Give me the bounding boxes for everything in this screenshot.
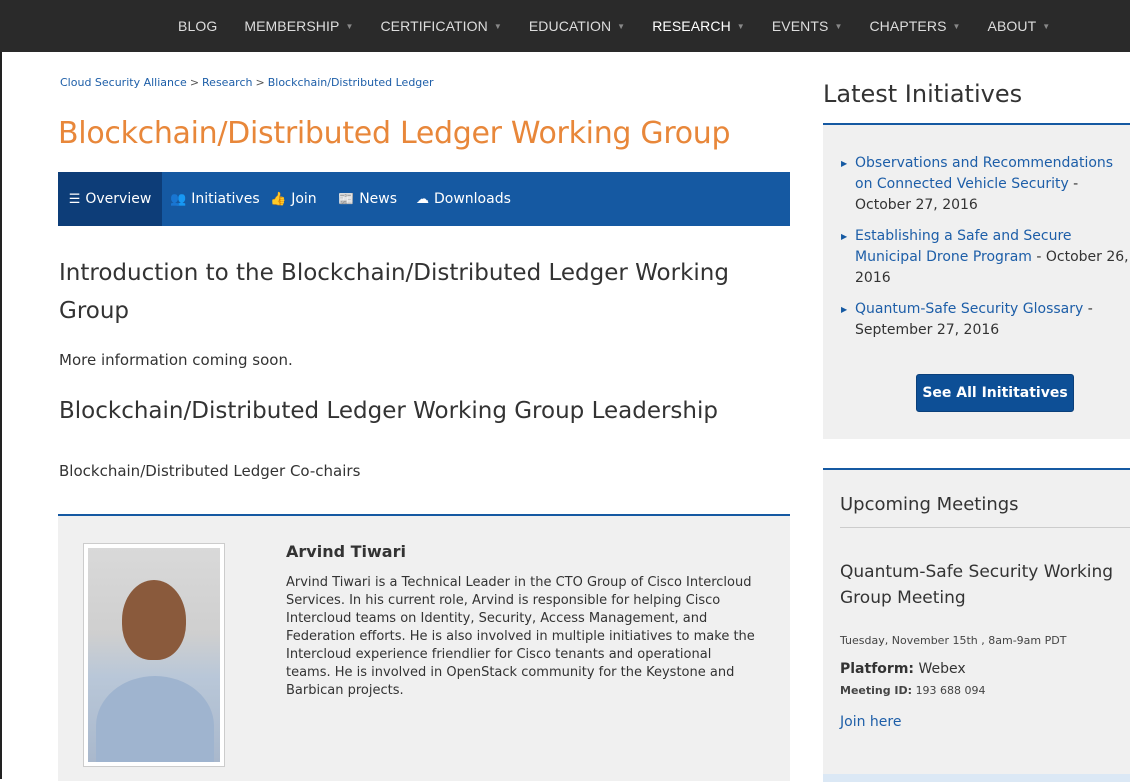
page-title: Blockchain/Distributed Ledger Working Gr…: [58, 116, 731, 151]
bullet-icon: ▶: [841, 159, 848, 168]
leadership-heading: Blockchain/Distributed Ledger Working Gr…: [59, 398, 718, 424]
nav-education[interactable]: EDUCATION ▼: [529, 18, 625, 34]
meeting-date: Tuesday, November 15th , 8am-9am PDT: [840, 634, 1067, 647]
meetings-box: Upcoming Meetings Quantum-Safe Security …: [823, 468, 1130, 782]
meetings-title: Upcoming Meetings: [840, 494, 1019, 515]
caret-down-icon: ▼: [345, 22, 354, 31]
tab-initiatives[interactable]: 👥 Initiatives: [170, 172, 260, 226]
initiative-link[interactable]: Quantum-Safe Security Glossary: [855, 301, 1083, 317]
portrait-head: [122, 580, 186, 660]
breadcrumb-home[interactable]: Cloud Security Alliance: [60, 76, 187, 89]
tab-downloads[interactable]: ☁ Downloads: [416, 172, 511, 226]
list-item: ▶ Establishing a Safe and Secure Municip…: [841, 228, 1129, 286]
caret-down-icon: ▼: [736, 22, 745, 31]
breadcrumb-separator: >: [255, 76, 265, 89]
list-icon: ☰: [68, 191, 81, 207]
see-all-initiatives-button[interactable]: See All Inititatives: [916, 374, 1074, 412]
nav-certification[interactable]: CERTIFICATION ▼: [380, 18, 501, 34]
initiatives-list: ▶ Observations and Recommendations on Co…: [833, 153, 1129, 351]
tab-news[interactable]: 📰 News: [338, 172, 397, 226]
caret-down-icon: ▼: [617, 22, 626, 31]
list-item: ▶ Quantum-Safe Security Glossary - Septe…: [841, 301, 1093, 338]
member-card: Arvind Tiwari Arvind Tiwari is a Technic…: [58, 514, 790, 781]
bullet-icon: ▶: [841, 232, 848, 241]
meeting-name: Quantum-Safe Security Working Group Meet…: [840, 562, 1114, 608]
window-edge: [0, 0, 2, 779]
breadcrumb: Cloud Security Alliance > Research > Blockch…: [60, 76, 434, 89]
intro-heading: Introduction to the Blockchain/Distribut…: [59, 260, 729, 324]
join-meeting-link[interactable]: Join here: [840, 714, 901, 730]
thumbs-up-icon: 👍: [270, 191, 287, 207]
meeting-id: Meeting ID: 193 688 094: [840, 684, 986, 697]
breadcrumb-separator: >: [189, 76, 200, 89]
caret-down-icon: ▼: [493, 22, 502, 31]
intro-text: More information coming soon.: [59, 351, 293, 369]
meeting-platform: Platform: Webex: [840, 661, 966, 677]
group-subnav: ☰ Overview 👥 Initiatives 👍 Join 📰 News ☁ Down…: [58, 172, 790, 226]
tab-join[interactable]: 👍 Join: [270, 172, 317, 226]
portrait-image: [88, 548, 220, 762]
member-name: Arvind Tiwari: [286, 542, 406, 561]
portrait-shoulders: [96, 676, 214, 762]
next-meeting-edge: [823, 774, 1130, 782]
nav-membership[interactable]: MEMBERSHIP ▼: [244, 18, 353, 34]
breadcrumb-current[interactable]: Blockchain/Distributed Ledger: [268, 76, 434, 89]
users-icon: 👥: [170, 191, 187, 207]
initiatives-box: ▶ Observations and Recommendations on Co…: [823, 123, 1130, 439]
tab-overview[interactable]: ☰ Overview: [58, 172, 162, 226]
list-item: ▶ Observations and Recommendations on Co…: [841, 155, 1114, 213]
bullet-icon: ▶: [841, 305, 848, 314]
divider: [840, 527, 1130, 528]
latest-initiatives-title: Latest Initiatives: [823, 80, 1023, 108]
nav-research[interactable]: RESEARCH ▼: [652, 18, 745, 34]
member-bio: Arvind Tiwari is a Technical Leader in t…: [286, 575, 755, 698]
member-photo: [83, 543, 225, 767]
nav-blog[interactable]: BLOG: [178, 18, 217, 34]
initiative-date: October 27, 2016: [855, 197, 978, 213]
sidebar: Latest Initiatives ▶ Observations and Re…: [823, 0, 1130, 782]
initiative-link[interactable]: Observations and Recommendations on Conn…: [855, 155, 1113, 192]
breadcrumb-research[interactable]: Research: [202, 76, 252, 89]
newspaper-icon: 📰: [338, 191, 355, 207]
initiative-date: September 27, 2016: [855, 322, 1000, 338]
cloud-download-icon: ☁: [416, 191, 429, 207]
cochairs-label: Blockchain/Distributed Ledger Co-chairs: [59, 462, 361, 480]
initiative-link[interactable]: Establishing a Safe and Secure Municipal…: [855, 228, 1072, 265]
